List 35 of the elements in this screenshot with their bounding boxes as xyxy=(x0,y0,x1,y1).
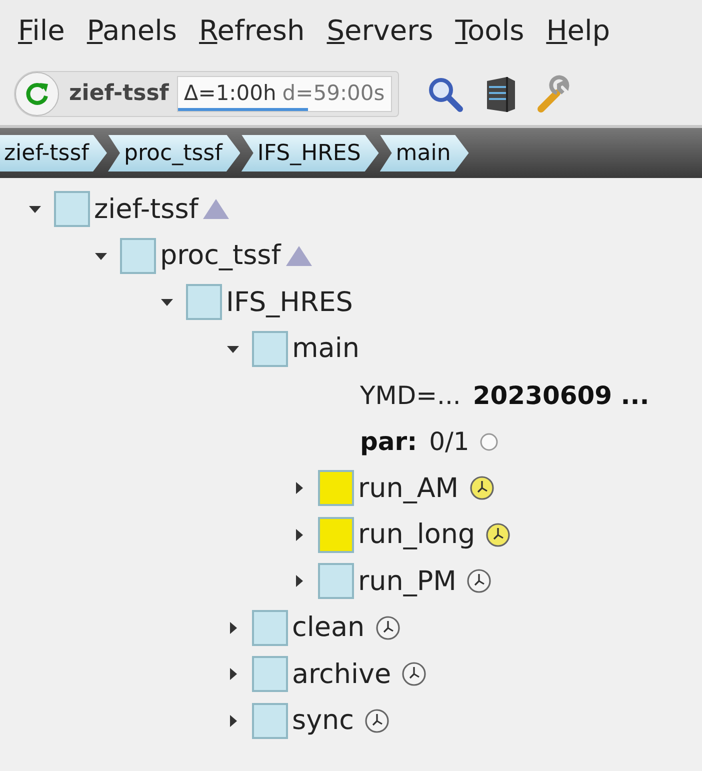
timer-field: Δ=1:00h d=59:00s xyxy=(176,76,392,112)
menu-item[interactable]: File xyxy=(12,14,71,56)
node-label[interactable]: clean xyxy=(292,612,365,644)
node-label[interactable]: main xyxy=(292,333,360,364)
variable-value: 20230609 ... xyxy=(472,380,650,410)
clock-icon xyxy=(374,614,401,641)
node-label[interactable]: proc_tssf xyxy=(160,240,281,272)
node-label[interactable]: run_PM xyxy=(358,566,456,597)
clock-icon xyxy=(485,522,512,548)
limit-name: par: xyxy=(360,427,418,456)
node-label[interactable]: archive xyxy=(292,658,392,690)
node-label[interactable]: sync xyxy=(292,705,354,736)
menu-item[interactable]: Refresh xyxy=(193,14,311,56)
breadcrumb-item[interactable]: main xyxy=(380,134,469,172)
breadcrumb-item[interactable]: IFS_HRES xyxy=(241,134,379,172)
server-name: zief-tssf xyxy=(68,81,170,106)
node-label[interactable]: run_AM xyxy=(358,472,459,504)
refresh-button[interactable] xyxy=(15,72,59,116)
clock-icon xyxy=(401,661,428,688)
clock-icon xyxy=(468,475,495,502)
variable-name: YMD=... xyxy=(360,380,461,410)
menu-item[interactable]: Help xyxy=(540,14,616,56)
node-label[interactable]: IFS_HRES xyxy=(226,286,353,318)
clock-icon xyxy=(364,708,390,734)
node-label[interactable]: run_long xyxy=(358,519,476,550)
menu-item[interactable]: Panels xyxy=(80,14,184,56)
node-label[interactable]: zief-tssf xyxy=(94,194,198,225)
breadcrumb-item[interactable]: proc_tssf xyxy=(108,134,240,172)
limit-value: 0/1 xyxy=(429,427,470,456)
menu-item[interactable]: Servers xyxy=(320,14,440,56)
breadcrumb-item[interactable]: zief-tssf xyxy=(0,134,107,172)
menu-item[interactable]: Tools xyxy=(449,14,530,56)
clock-icon xyxy=(466,568,492,594)
circle-icon xyxy=(479,432,500,452)
search-icon xyxy=(426,76,463,112)
